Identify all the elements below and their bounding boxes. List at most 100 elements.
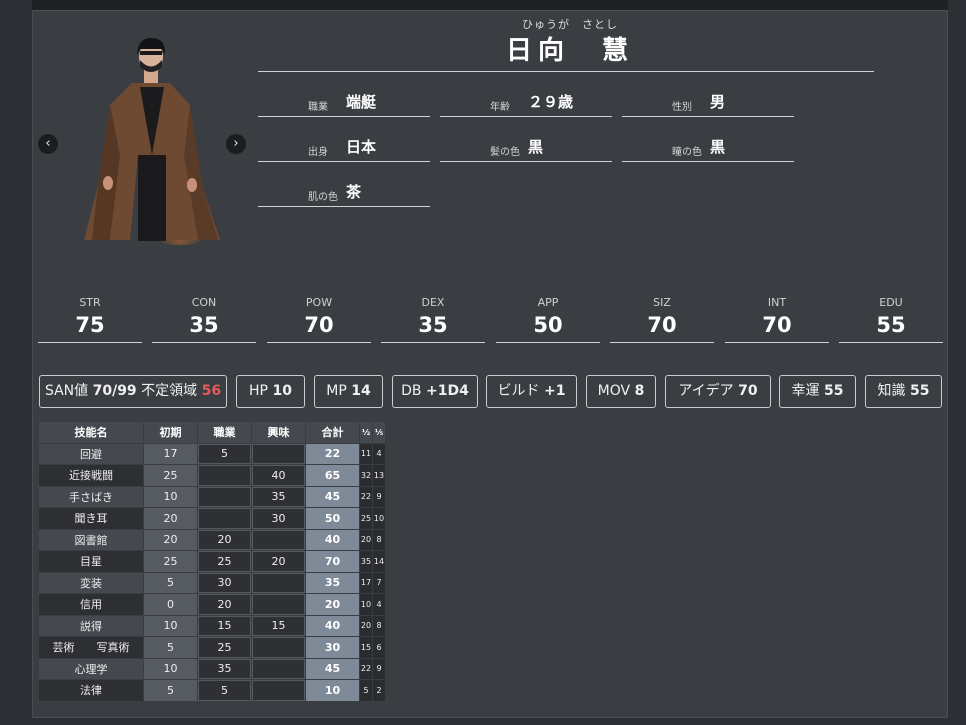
skills-header-row: 技能名 初期 職業 興味 合計 ½ ⅕ bbox=[39, 422, 385, 443]
skill-total: 30 bbox=[306, 637, 359, 658]
db-label: DB bbox=[401, 383, 422, 399]
skill-total: 45 bbox=[306, 658, 359, 679]
field-label: 職業 bbox=[308, 102, 328, 113]
skill-occupation-input[interactable]: 5 bbox=[198, 680, 251, 701]
stat-app: APP 50 bbox=[496, 296, 600, 343]
idea-value: 70 bbox=[738, 383, 758, 399]
skill-fifth: 9 bbox=[373, 658, 385, 679]
skills-table: 技能名 初期 職業 興味 合計 ½ ⅕ 回避 17 5 22 11 4 近接戦闘 25 40 65… bbox=[38, 421, 386, 702]
field-value: 茶 bbox=[346, 183, 362, 201]
skill-base: 17 bbox=[144, 443, 197, 464]
skill-interest-input[interactable]: 30 bbox=[252, 508, 305, 529]
skill-name: 図書館 bbox=[39, 529, 143, 550]
stat-value: 70 bbox=[762, 313, 792, 337]
top-bar bbox=[32, 0, 948, 10]
field-value: 日本 bbox=[346, 138, 377, 156]
skill-interest-input[interactable] bbox=[252, 594, 305, 615]
skill-base: 10 bbox=[144, 615, 197, 636]
chevron-left-icon: ‹ bbox=[45, 136, 51, 151]
skill-occupation-input[interactable]: 25 bbox=[198, 551, 251, 572]
skill-interest-input[interactable] bbox=[252, 572, 305, 593]
mov-box: MOV 8 bbox=[586, 375, 656, 408]
mp-label: MP bbox=[326, 383, 347, 399]
mp-box: MP 14 bbox=[314, 375, 383, 408]
luck-value: 55 bbox=[823, 383, 844, 399]
stat-value: 35 bbox=[189, 313, 219, 337]
field-value: 男 bbox=[710, 93, 726, 111]
skill-total: 50 bbox=[306, 508, 359, 529]
stat-label: CON bbox=[191, 296, 217, 309]
character-portrait bbox=[80, 35, 225, 245]
stat-value: 35 bbox=[418, 313, 448, 337]
skill-total: 65 bbox=[306, 465, 359, 486]
skill-interest-input[interactable]: 20 bbox=[252, 551, 305, 572]
skill-half: 20 bbox=[360, 529, 372, 550]
skill-interest-input[interactable] bbox=[252, 529, 305, 550]
field-birthplace: 出身 日本 bbox=[258, 137, 430, 162]
skill-row: 近接戦闘 25 40 65 32 13 bbox=[39, 465, 385, 486]
skill-occupation-input[interactable]: 15 bbox=[198, 615, 251, 636]
skill-half: 25 bbox=[360, 508, 372, 529]
san-label: SAN値 bbox=[44, 383, 89, 399]
stat-value: 55 bbox=[876, 313, 906, 337]
skill-interest-input[interactable]: 15 bbox=[252, 615, 305, 636]
field-label: 瞳の色 bbox=[672, 147, 702, 158]
header-total: 合計 bbox=[306, 422, 359, 443]
skill-occupation-input[interactable] bbox=[198, 486, 251, 507]
skill-occupation-input[interactable]: 35 bbox=[198, 658, 251, 679]
stat-edu: EDU 55 bbox=[839, 296, 943, 343]
stat-str: STR 75 bbox=[38, 296, 142, 343]
skill-base: 0 bbox=[144, 594, 197, 615]
stat-value: 50 bbox=[533, 313, 563, 337]
skill-occupation-input[interactable]: 30 bbox=[198, 572, 251, 593]
skill-fifth: 6 bbox=[373, 637, 385, 658]
skill-interest-input[interactable] bbox=[252, 443, 305, 464]
field-age: 年齢 ２９歳 bbox=[440, 92, 612, 117]
skill-name: 回避 bbox=[39, 443, 143, 464]
name-underline bbox=[258, 71, 874, 72]
skill-row: 心理学 10 35 45 22 9 bbox=[39, 658, 385, 679]
skill-base: 20 bbox=[144, 508, 197, 529]
header-half: ½ bbox=[360, 422, 372, 443]
stat-label: STR bbox=[79, 296, 101, 309]
skill-half: 22 bbox=[360, 486, 372, 507]
header-skill-name: 技能名 bbox=[39, 422, 143, 443]
skill-base: 20 bbox=[144, 529, 197, 550]
skill-total: 35 bbox=[306, 572, 359, 593]
skill-occupation-input[interactable]: 5 bbox=[198, 443, 251, 464]
skill-occupation-input[interactable]: 20 bbox=[198, 529, 251, 550]
field-label: 出身 bbox=[308, 147, 328, 158]
skill-name: 聞き耳 bbox=[39, 508, 143, 529]
skill-interest-input[interactable]: 40 bbox=[252, 465, 305, 486]
field-label: 髪の色 bbox=[490, 147, 520, 158]
db-box: DB +1D4 bbox=[392, 375, 478, 408]
prev-image-button[interactable]: ‹ bbox=[38, 134, 58, 154]
skill-occupation-input[interactable]: 25 bbox=[198, 637, 251, 658]
skill-occupation-input[interactable]: 20 bbox=[198, 594, 251, 615]
field-label: 肌の色 bbox=[308, 192, 338, 203]
skill-interest-input[interactable]: 35 bbox=[252, 486, 305, 507]
field-label: 性別 bbox=[672, 102, 692, 113]
stat-pow: POW 70 bbox=[267, 296, 371, 343]
field-occupation: 職業 端艇 bbox=[258, 92, 430, 117]
skill-interest-input[interactable] bbox=[252, 637, 305, 658]
indef-label: 不定領域 bbox=[141, 383, 198, 399]
skill-half: 32 bbox=[360, 465, 372, 486]
field-value: ２９歳 bbox=[528, 93, 574, 111]
skill-name: 説得 bbox=[39, 615, 143, 636]
skill-fifth: 9 bbox=[373, 486, 385, 507]
skill-fifth: 10 bbox=[373, 508, 385, 529]
skill-half: 17 bbox=[360, 572, 372, 593]
skill-interest-input[interactable] bbox=[252, 680, 305, 701]
hp-value: 10 bbox=[272, 383, 292, 399]
skill-occupation-input[interactable] bbox=[198, 508, 251, 529]
field-hair-color: 髪の色 黒 bbox=[440, 137, 612, 162]
header-fifth: ⅕ bbox=[373, 422, 385, 443]
next-image-button[interactable]: › bbox=[226, 134, 246, 154]
skill-row: 法律 5 5 10 5 2 bbox=[39, 680, 385, 701]
stat-label: POW bbox=[305, 296, 333, 309]
skill-interest-input[interactable] bbox=[252, 658, 305, 679]
header-base: 初期 bbox=[144, 422, 197, 443]
stat-label: EDU bbox=[879, 296, 903, 309]
skill-occupation-input[interactable] bbox=[198, 465, 251, 486]
